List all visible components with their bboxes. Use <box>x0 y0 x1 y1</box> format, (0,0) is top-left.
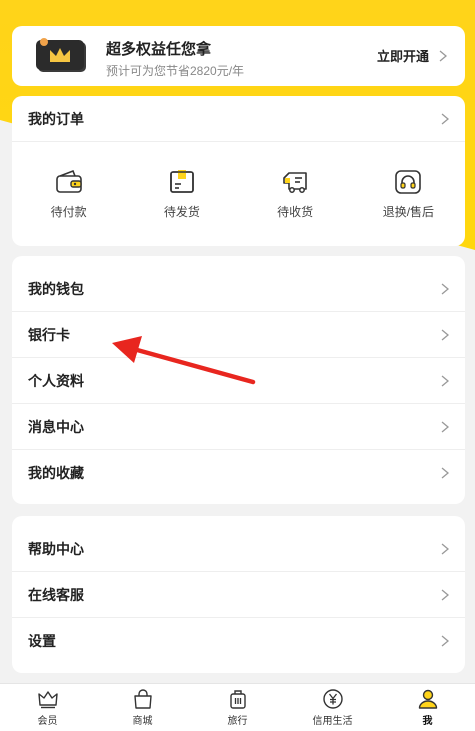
order-after-sales[interactable]: 退换/售后 <box>352 142 465 246</box>
menu-item-label: 我的钱包 <box>28 280 84 297</box>
yuan-coin-icon <box>322 689 343 709</box>
tab-credit-life[interactable]: 信用生活 <box>285 684 380 731</box>
chevron-right-icon <box>441 635 450 647</box>
menu-help-center[interactable]: 帮助中心 <box>12 526 465 572</box>
menu-item-label: 设置 <box>28 633 56 649</box>
my-orders-row[interactable]: 我的订单 <box>12 96 465 142</box>
vip-subtitle: 预计可为您节省2820元/年 <box>106 64 245 78</box>
vip-activate-button[interactable]: 立即开通 <box>377 46 449 65</box>
order-item-label: 待收货 <box>277 204 314 219</box>
chevron-right-icon <box>439 50 448 61</box>
menu-my-favorites[interactable]: 我的收藏 <box>12 450 465 496</box>
luggage-icon <box>229 690 246 709</box>
order-item-label: 待发货 <box>163 204 200 219</box>
menu-online-service[interactable]: 在线客服 <box>12 572 465 618</box>
vip-card-icon <box>36 38 86 72</box>
headset-icon <box>395 169 422 194</box>
tab-me[interactable]: 我 <box>380 684 475 731</box>
order-pending-shipment[interactable]: 待发货 <box>125 142 238 246</box>
tab-label: 我 <box>422 716 433 727</box>
order-pending-payment[interactable]: 待付款 <box>12 142 125 246</box>
chevron-right-icon <box>441 589 450 600</box>
user-icon <box>418 689 437 709</box>
menu-message-center[interactable]: 消息中心 <box>12 404 465 450</box>
chevron-right-icon <box>441 421 450 432</box>
chevron-right-icon <box>441 467 450 479</box>
annotation-arrow-icon <box>112 336 256 385</box>
menu-item-label: 消息中心 <box>28 418 84 435</box>
chevron-right-icon <box>441 113 450 124</box>
order-item-label: 退换/售后 <box>382 204 435 219</box>
menu-my-wallet[interactable]: 我的钱包 <box>12 266 465 312</box>
tab-label: 旅行 <box>227 716 248 727</box>
crown-icon <box>37 691 58 709</box>
tab-label: 会员 <box>37 716 58 727</box>
menu-settings[interactable]: 设置 <box>12 618 465 664</box>
vip-banner[interactable]: 超多权益任您拿 预计可为您节省2820元/年 立即开通 <box>12 26 465 86</box>
wallet-icon <box>55 169 82 193</box>
order-pending-receipt[interactable]: 待收货 <box>239 142 352 246</box>
menu-item-label: 在线客服 <box>28 586 84 603</box>
tab-member[interactable]: 会员 <box>0 684 95 731</box>
bottom-tab-bar: 会员 商城 旅行 信用生活 我 <box>0 683 475 731</box>
vip-activate-label: 立即开通 <box>376 49 429 64</box>
shopping-bag-icon <box>133 689 152 709</box>
menu-item-label: 个人资料 <box>28 372 84 389</box>
box-icon <box>170 169 194 193</box>
chevron-right-icon <box>441 283 450 294</box>
menu-group-support: 帮助中心 在线客服 设置 <box>12 516 465 673</box>
chevron-right-icon <box>441 375 450 386</box>
tab-travel[interactable]: 旅行 <box>190 684 285 731</box>
my-orders-title: 我的订单 <box>28 110 84 127</box>
order-item-label: 待付款 <box>50 204 87 219</box>
menu-item-label: 帮助中心 <box>28 540 84 557</box>
menu-item-label: 银行卡 <box>28 326 70 343</box>
tab-mall[interactable]: 商城 <box>95 684 190 731</box>
chevron-right-icon <box>441 543 450 554</box>
chevron-right-icon <box>441 329 450 340</box>
tab-label: 信用生活 <box>312 716 353 727</box>
orders-card: 我的订单 待付款 待发货 待收货 退换/售后 <box>12 96 465 246</box>
truck-icon <box>283 171 307 193</box>
menu-item-label: 我的收藏 <box>28 465 84 481</box>
tab-label: 商城 <box>132 716 153 727</box>
vip-title: 超多权益任您拿 <box>106 41 212 58</box>
